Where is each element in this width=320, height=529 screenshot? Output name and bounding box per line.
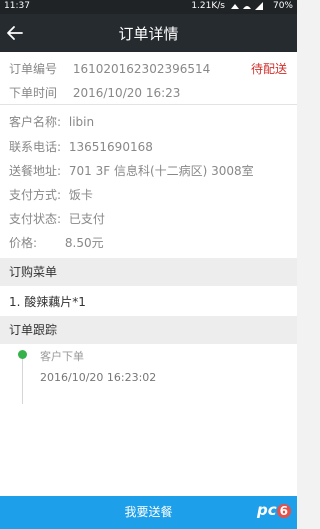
order-time-row: 下单时间 2016/10/20 16:23: [9, 84, 180, 101]
address-row: 送餐地址: 701 3F 信息科(十二病区) 3008室: [9, 162, 254, 179]
status-bar: 11:37 1.21K/s 70%: [0, 0, 297, 14]
address-value: 701 3F 信息科(十二病区) 3008室: [68, 164, 254, 178]
phone-value[interactable]: 13651690168: [69, 140, 153, 154]
customer-name-value: libin: [68, 115, 95, 129]
order-time-value: 2016/10/20 16:23: [72, 86, 181, 100]
signal-icon: [255, 2, 263, 10]
payment-method-label: 支付方式:: [9, 188, 62, 202]
timeline-dot-icon: [18, 350, 27, 359]
title-bar: 订单详情: [0, 14, 297, 52]
order-info-section: 订单编号 161020162302396514 待配送 下单时间 2016/10…: [0, 52, 297, 104]
customer-name-label: 客户名称:: [9, 115, 62, 129]
price-row: 价格: 8.50元: [9, 234, 104, 251]
menu-section: 1. 酸辣藕片*1: [0, 286, 297, 316]
payment-status-row: 支付状态: 已支付: [9, 210, 105, 227]
payment-method-value: 饭卡: [68, 188, 93, 202]
deliver-button[interactable]: 我要送餐: [0, 496, 297, 529]
order-time-label: 下单时间: [9, 86, 58, 100]
order-number-label: 订单编号: [9, 62, 58, 76]
network-speed: 1.21K/s: [191, 1, 225, 11]
alarm-icon: [231, 4, 239, 9]
order-status-badge: 待配送: [250, 62, 287, 76]
phone-row: 联系电话: 13651690168: [9, 138, 153, 155]
tracking-section-header: 订单跟踪: [0, 316, 297, 344]
tracking-event-title: 客户下单: [40, 350, 84, 363]
price-label: 价格:: [9, 236, 38, 250]
customer-name-row: 客户名称: libin: [9, 113, 94, 130]
payment-status-label: 支付状态:: [9, 212, 62, 226]
wifi-icon: [243, 6, 251, 9]
tracking-section: 客户下单 2016/10/20 16:23:02: [0, 344, 297, 496]
payment-method-row: 支付方式: 饭卡: [9, 186, 93, 203]
price-value: 8.50元: [64, 236, 104, 250]
timeline-line: [22, 358, 23, 404]
order-number-value: 161020162302396514: [72, 62, 211, 76]
page-title: 订单详情: [118, 25, 179, 43]
status-time: 11:37: [4, 1, 30, 11]
battery-level: 70%: [272, 1, 293, 11]
customer-info-section: 客户名称: libin 联系电话: 13651690168 送餐地址: 701 …: [0, 105, 297, 258]
signal-icons: [229, 1, 265, 14]
phone-label: 联系电话:: [9, 140, 62, 154]
order-number-row: 订单编号 161020162302396514: [9, 60, 210, 77]
watermark-logo: pc 6: [257, 501, 291, 519]
menu-section-header: 订购菜单: [0, 258, 297, 286]
tracking-event-time: 2016/10/20 16:23:02: [40, 371, 157, 384]
address-label: 送餐地址:: [9, 164, 62, 178]
menu-item: 1. 酸辣藕片*1: [9, 295, 86, 309]
payment-status-value: 已支付: [68, 212, 105, 226]
